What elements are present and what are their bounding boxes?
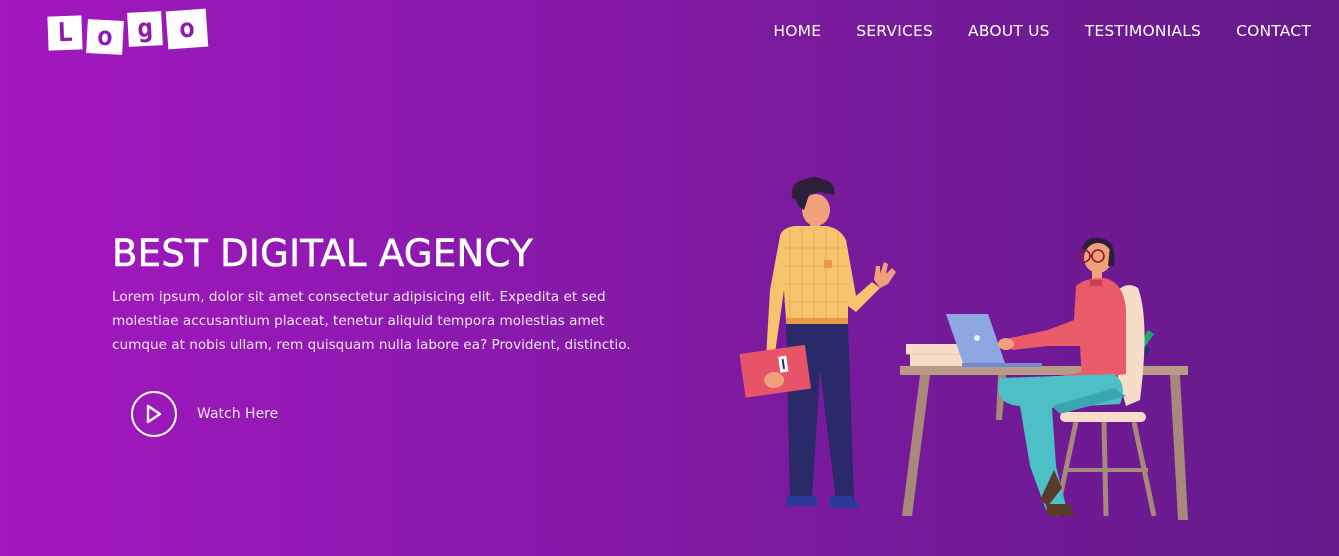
logo-letter-o: o bbox=[86, 19, 124, 55]
nav-about-us[interactable]: ABOUT US bbox=[968, 22, 1050, 40]
nav-home[interactable]: HOME bbox=[773, 22, 821, 40]
play-icon[interactable] bbox=[131, 391, 177, 437]
hero-paragraph: Lorem ipsum, dolor sit amet consectetur … bbox=[112, 289, 631, 353]
nav-contact[interactable]: CONTACT bbox=[1236, 22, 1311, 40]
nav-services[interactable]: SERVICES bbox=[856, 22, 933, 40]
logo-letter-l: L bbox=[47, 15, 83, 51]
main-nav: HOME SERVICES ABOUT US TESTIMONIALS CONT… bbox=[773, 22, 1311, 40]
nav-testimonials[interactable]: TESTIMONIALS bbox=[1085, 22, 1201, 40]
logo-letter-o: o bbox=[165, 8, 209, 50]
logo[interactable]: L o g o bbox=[47, 8, 209, 55]
hero-illustration bbox=[730, 170, 1200, 530]
watch-label[interactable]: Watch Here bbox=[197, 406, 278, 422]
hero-title: BEST DIGITAL AGENCY bbox=[112, 232, 533, 276]
standing-person-illustration bbox=[739, 177, 896, 508]
logo-letter-g: g bbox=[127, 11, 163, 47]
watch-button[interactable]: Watch Here bbox=[131, 391, 278, 437]
